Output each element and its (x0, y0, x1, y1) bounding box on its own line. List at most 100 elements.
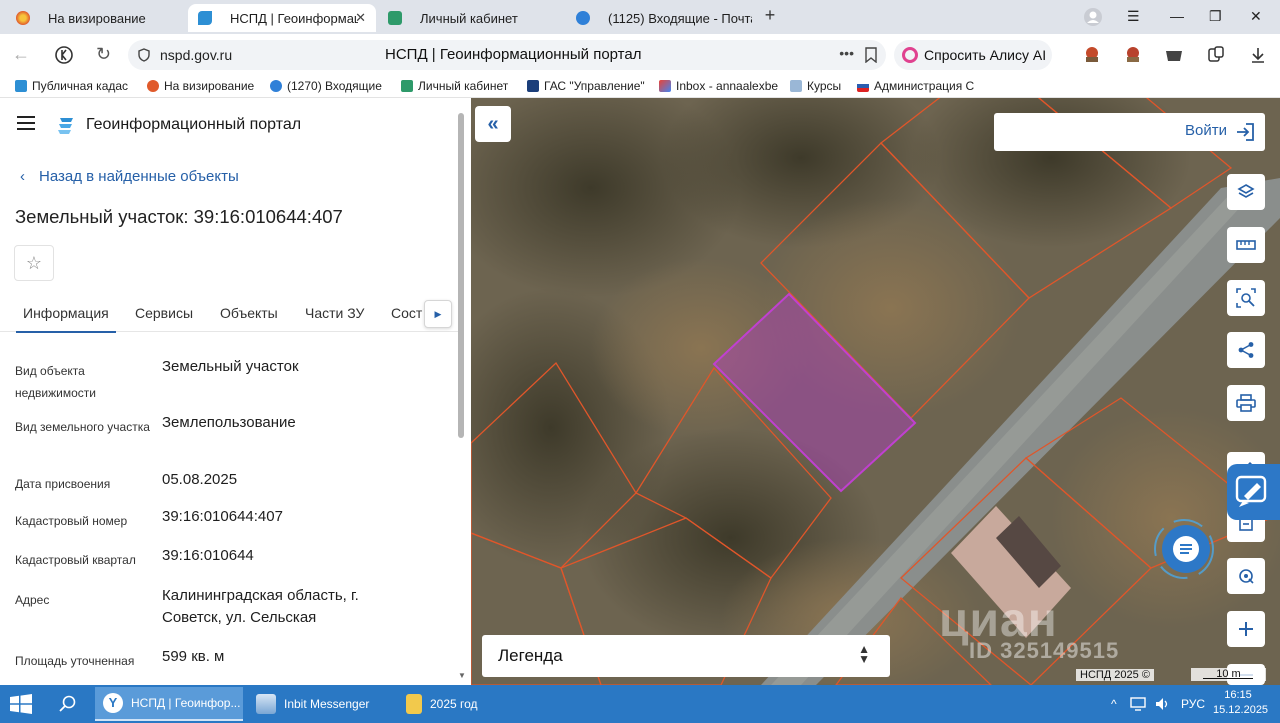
yandex-icon[interactable] (55, 46, 73, 64)
login-icon (1237, 123, 1254, 141)
property-value: 05.08.2025 (162, 471, 238, 488)
extension-icon[interactable] (1124, 46, 1142, 64)
property-value: Калининградская область, г. Советск, ул.… (162, 587, 359, 626)
area-search-button[interactable] (1227, 280, 1265, 316)
back-link-label: Назад в найденные объекты (39, 168, 239, 185)
layers-button[interactable] (1227, 174, 1265, 210)
close-tab-icon[interactable]: ✕ (355, 10, 366, 26)
address-bar[interactable]: nspd.gov.ru НСПД | Геоинформационный пор… (128, 40, 886, 70)
property-value: 39:16:010644 (162, 547, 254, 564)
alice-icon (902, 47, 918, 63)
tabs-scroll-right-button[interactable]: ▶ (424, 300, 452, 328)
double-chevron-left-icon: « (487, 112, 499, 135)
bookmark-label: ГАС "Управление" (544, 79, 645, 93)
tab-label: На визирование (48, 10, 146, 26)
back-arrow-icon[interactable]: ← (12, 44, 30, 65)
taskbar-item-label: 2025 год (430, 697, 478, 711)
feedback-widget[interactable] (1227, 464, 1280, 520)
back-to-results-link[interactable]: ‹ Назад в найденные объекты (20, 168, 239, 185)
browser-tab-visirovanie[interactable]: На визирование (6, 4, 184, 32)
menu-icon[interactable]: ☰ (1127, 8, 1140, 25)
restore-icon[interactable]: ❐ (1209, 8, 1222, 25)
bookmark-item[interactable]: Курсы (790, 79, 850, 93)
bookmark-item[interactable]: Inbox - annaalexbe (659, 79, 779, 93)
chevron-left-icon: ‹ (20, 168, 25, 185)
tab-services[interactable]: Сервисы (135, 305, 193, 321)
login-button[interactable]: Войти (994, 113, 1265, 151)
collections-icon[interactable] (1207, 46, 1225, 64)
chat-button[interactable] (1153, 518, 1215, 580)
tab-composition[interactable]: Сост (391, 305, 422, 321)
bookmark-item[interactable]: Администрация С (857, 79, 975, 93)
browser-tab-mail[interactable]: (1125) Входящие - Почта (566, 4, 752, 32)
map-view[interactable]: циан ID 325149515 « Войти Легенда ▲ ▼ НС… (471, 98, 1280, 685)
share-button[interactable] (1227, 332, 1265, 368)
ruler-icon (1236, 240, 1256, 250)
download-icon[interactable] (1249, 46, 1267, 64)
collapse-panel-button[interactable]: « (475, 106, 511, 142)
extension-icon[interactable] (1083, 46, 1101, 64)
hamburger-menu-icon[interactable] (17, 116, 35, 130)
windows-start-icon[interactable] (10, 694, 32, 714)
property-label: Кадастровый квартал (15, 553, 136, 567)
close-window-icon[interactable]: ✕ (1250, 8, 1262, 25)
tray-expand-icon[interactable]: ^ (1111, 697, 1117, 711)
legend-selector[interactable]: Легенда ▲ ▼ (482, 635, 890, 677)
layers-icon (1237, 184, 1255, 198)
yandex-browser-icon: Y (103, 693, 123, 713)
network-icon[interactable] (1130, 697, 1146, 711)
tab-parts[interactable]: Части ЗУ (305, 305, 364, 321)
info-tabs: Информация Сервисы Объекты Части ЗУ Сост… (0, 294, 458, 333)
taskbar-item-messenger[interactable]: Inbit Messenger (248, 687, 394, 721)
language-indicator[interactable]: РУС (1181, 697, 1205, 711)
bookmark-item[interactable]: (1270) Входящие (270, 79, 388, 93)
bookmark-item[interactable]: Личный кабинет (401, 79, 519, 93)
taskbar-item-folder[interactable]: 2025 год (398, 687, 546, 721)
page-title-text: НСПД | Геоинформационный портал (385, 46, 642, 63)
system-clock[interactable]: 16:15 15.12.2025 (1213, 688, 1268, 718)
alice-label: Спросить Алису AI (924, 47, 1047, 63)
bookmark-item[interactable]: На визирование (147, 79, 262, 93)
panel-scrollbar[interactable] (458, 113, 464, 438)
watermark-id-text: ID 325149515 (969, 638, 1120, 663)
nspd-logo-icon (198, 11, 212, 25)
tab-information[interactable]: Информация (16, 305, 116, 333)
more-icon[interactable]: ••• (839, 45, 854, 61)
property-value: Землепользование (162, 414, 296, 431)
feedback-icon (1235, 475, 1267, 507)
search-area-icon (1236, 288, 1256, 308)
reload-icon[interactable]: ↻ (96, 44, 111, 65)
profile-icon[interactable] (1083, 7, 1103, 27)
bookmark-item[interactable]: ГАС "Управление" (527, 79, 645, 93)
favorite-button[interactable]: ☆ (14, 245, 54, 281)
zoom-in-button[interactable] (1227, 611, 1265, 647)
property-label: Вид земельного участка (15, 420, 150, 434)
browser-tab-lk[interactable]: Личный кабинет (378, 4, 560, 32)
print-icon (1236, 394, 1256, 412)
scroll-down-icon[interactable]: ▼ (458, 671, 466, 680)
property-label: Дата присвоения (15, 477, 111, 491)
yandex-ball-icon (16, 11, 30, 25)
measure-button[interactable] (1227, 227, 1265, 263)
volume-icon[interactable] (1155, 697, 1171, 711)
login-label: Войти (1185, 122, 1227, 139)
extension-icon[interactable] (1165, 46, 1183, 64)
bookmark-item[interactable]: Публичная кадас (15, 79, 133, 93)
property-value: 39:16:010644:407 (162, 508, 283, 525)
browser-tab-nspd[interactable]: НСПД | Геоинформаци ✕ (188, 4, 376, 32)
tab-label: (1125) Входящие - Почта (608, 10, 752, 26)
browser-tab-strip: На визирование НСПД | Геоинформаци ✕ Лич… (0, 0, 1280, 34)
bookmark-page-icon[interactable] (864, 47, 878, 63)
messenger-icon (256, 694, 276, 714)
tab-label: НСПД | Геоинформаци (230, 10, 358, 26)
portal-title: Геоинформационный портал (86, 116, 302, 133)
geolocate-icon (1239, 569, 1254, 584)
print-button[interactable] (1227, 385, 1265, 421)
search-icon[interactable] (59, 695, 77, 713)
minimize-icon[interactable]: — (1170, 8, 1184, 24)
geolocate-button[interactable] (1227, 558, 1265, 594)
new-tab-button[interactable]: + (760, 6, 780, 26)
tab-objects[interactable]: Объекты (220, 305, 278, 321)
alice-button[interactable]: Спросить Алису AI (894, 40, 1052, 70)
taskbar-item-browser[interactable]: Y НСПД | Геоинфор... (95, 687, 243, 721)
